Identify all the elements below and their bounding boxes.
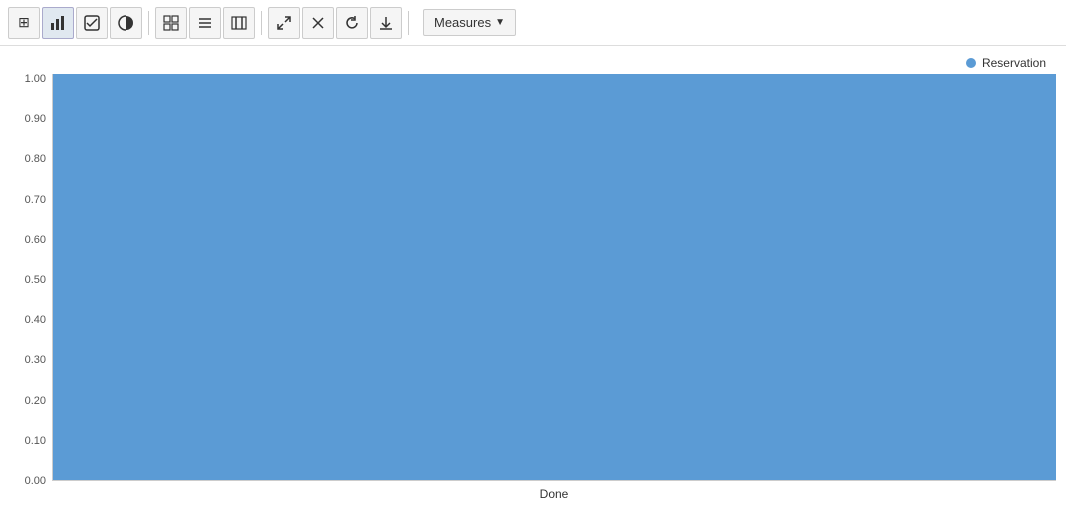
expand-icon-button[interactable] bbox=[268, 7, 300, 39]
grid-area bbox=[52, 74, 1056, 481]
legend-dot-reservation bbox=[966, 58, 976, 68]
columns-icon-button[interactable] bbox=[223, 7, 255, 39]
bar-reservation bbox=[53, 74, 1056, 480]
x-axis-label-done: Done bbox=[540, 487, 569, 501]
refresh-icon-button[interactable] bbox=[336, 7, 368, 39]
measures-dropdown-button[interactable]: Measures ▼ bbox=[423, 9, 516, 36]
toolbar: ⊞ bbox=[0, 0, 1066, 46]
checkmark-icon-button[interactable] bbox=[76, 7, 108, 39]
bar-chart-icon-button[interactable] bbox=[42, 7, 74, 39]
chart-body: 1.00 0.90 0.80 0.70 0.60 0.50 0.40 0.30 … bbox=[10, 74, 1056, 505]
y-label-0.00: 0.00 bbox=[10, 476, 46, 487]
y-label-0.90: 0.90 bbox=[10, 114, 46, 125]
y-label-0.80: 0.80 bbox=[10, 154, 46, 165]
checkmark-icon bbox=[84, 15, 100, 31]
download-icon-button[interactable] bbox=[370, 7, 402, 39]
close-x-icon-button[interactable] bbox=[302, 7, 334, 39]
bar-chart-icon bbox=[50, 15, 66, 31]
half-circle-icon-button[interactable] bbox=[110, 7, 142, 39]
list-icon bbox=[197, 15, 213, 31]
chart-plot: Done bbox=[52, 74, 1056, 505]
y-label-0.10: 0.10 bbox=[10, 436, 46, 447]
close-x-icon bbox=[310, 15, 326, 31]
y-label-0.40: 0.40 bbox=[10, 315, 46, 326]
half-circle-icon bbox=[118, 15, 134, 31]
chart-legend: Reservation bbox=[10, 56, 1056, 74]
download-icon bbox=[378, 15, 394, 31]
columns-icon bbox=[231, 15, 247, 31]
y-label-0.30: 0.30 bbox=[10, 355, 46, 366]
x-axis: Done bbox=[52, 481, 1056, 505]
refresh-icon bbox=[344, 15, 360, 31]
chart-container: Reservation 1.00 0.90 0.80 0.70 0.60 0.5… bbox=[0, 46, 1066, 505]
grid-icon-button[interactable] bbox=[155, 7, 187, 39]
y-label-0.20: 0.20 bbox=[10, 396, 46, 407]
y-label-0.50: 0.50 bbox=[10, 275, 46, 286]
dropdown-caret-icon: ▼ bbox=[495, 17, 505, 28]
list-icon-button[interactable] bbox=[189, 7, 221, 39]
separator-1 bbox=[148, 11, 149, 35]
separator-2 bbox=[261, 11, 262, 35]
legend-label-reservation: Reservation bbox=[982, 56, 1046, 70]
table-icon-button[interactable]: ⊞ bbox=[8, 7, 40, 39]
grid-icon bbox=[163, 15, 179, 31]
y-label-0.70: 0.70 bbox=[10, 195, 46, 206]
y-label-0.60: 0.60 bbox=[10, 235, 46, 246]
expand-icon bbox=[276, 15, 292, 31]
separator-3 bbox=[408, 11, 409, 35]
y-axis: 1.00 0.90 0.80 0.70 0.60 0.50 0.40 0.30 … bbox=[10, 74, 52, 505]
y-label-1.00: 1.00 bbox=[10, 74, 46, 85]
measures-label: Measures bbox=[434, 15, 491, 30]
